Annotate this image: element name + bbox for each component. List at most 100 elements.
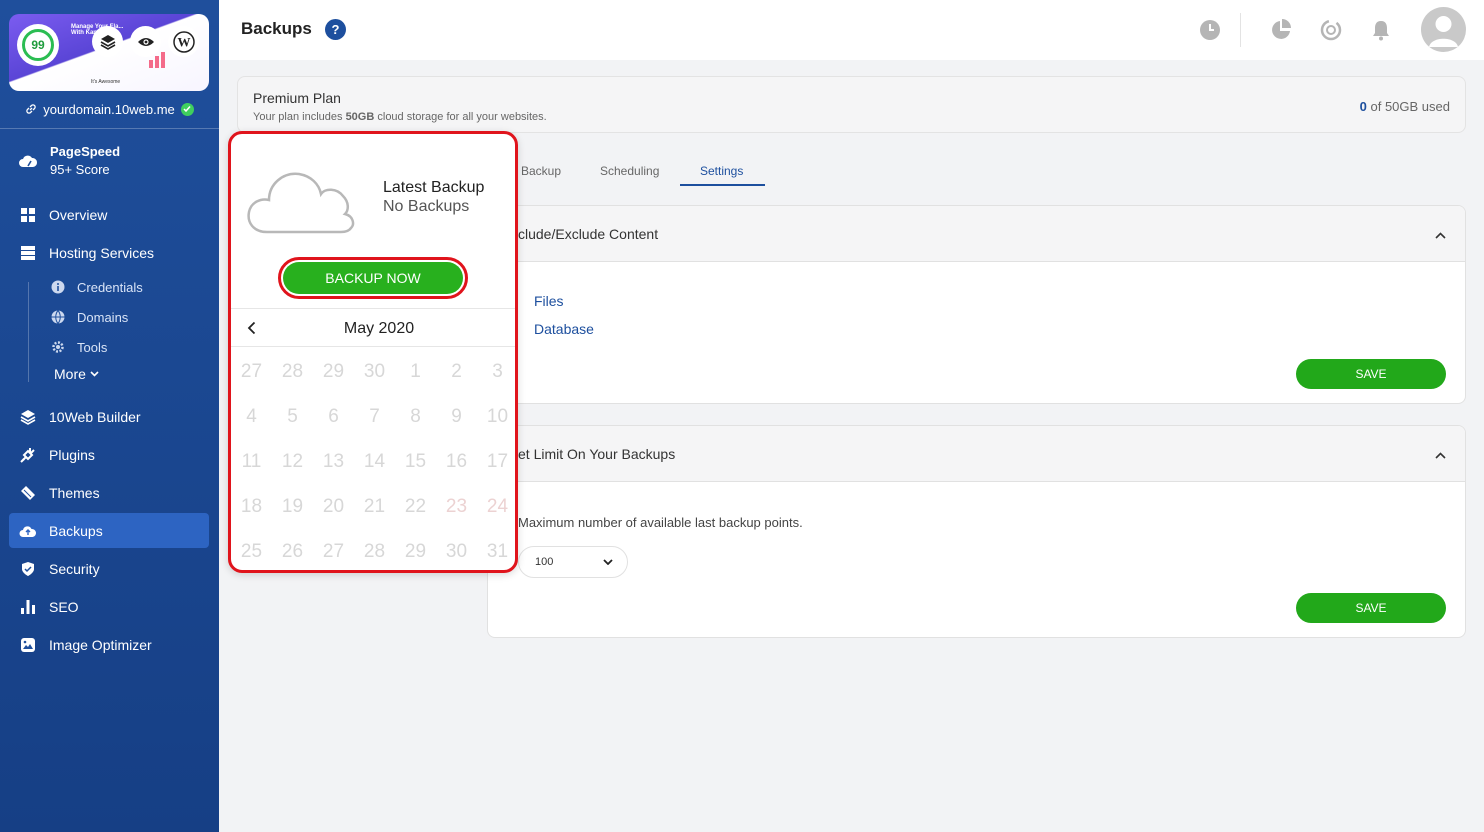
sidebar-item-image-optimizer[interactable]: Image Optimizer [9,627,209,662]
calendar-day[interactable]: 17 [477,451,515,473]
notifications-bell-icon[interactable] [1369,18,1393,42]
calendar-day[interactable]: 15 [395,451,436,473]
sidebar-item-overview[interactable]: Overview [9,197,209,232]
calendar-week-row: 25 26 27 28 29 30 31 [231,529,515,570]
backup-now-button[interactable]: BACKUP NOW [278,257,468,299]
calendar-day[interactable]: 14 [354,451,395,473]
backup-now-label: BACKUP NOW [283,262,463,294]
calendar-day[interactable]: 20 [313,496,354,518]
select-value: 100 [535,556,554,568]
chevron-left-icon[interactable] [243,320,259,336]
sidebar-item-backups[interactable]: Backups [9,513,209,548]
calendar-day[interactable]: 28 [272,361,313,383]
pagespeed-cloud-icon [19,155,38,167]
calendar-day[interactable]: 5 [272,406,313,428]
calendar-grid: 27 28 29 30 1 2 3 4 5 6 7 8 9 10 11 12 13 14 15 16 17 18 19 20 2… [231,349,515,570]
latest-backup-title: Latest Backup [383,179,485,196]
top-header: Backups ? [219,0,1484,60]
sidebar-subitem-credentials[interactable]: Credentials [51,277,143,297]
calendar-day[interactable]: 31 [477,541,515,563]
sidebar-item-10web-builder[interactable]: 10Web Builder [9,399,209,434]
sidebar-subitem-tools[interactable]: Tools [51,337,107,357]
calendar-day[interactable]: 4 [231,406,272,428]
calendar-week-row: 27 28 29 30 1 2 3 [231,349,515,394]
sidebar-item-hosting-services[interactable]: Hosting Services [9,235,209,270]
calendar-day[interactable]: 3 [477,361,515,383]
calendar-day[interactable]: 7 [354,406,395,428]
sidebar-item-label: Image Optimizer [49,636,152,653]
sidebar-subitem-domains[interactable]: Domains [51,307,128,327]
eye-icon [137,37,154,46]
site-thumbnail[interactable]: Manage Your Fla... With Kangouro... It's… [9,14,209,91]
calendar-day[interactable]: 26 [272,541,313,563]
calendar-day[interactable]: 28 [354,541,395,563]
calendar-day[interactable]: 13 [313,451,354,473]
history-clock-icon[interactable] [1198,18,1222,42]
chevron-up-icon[interactable] [1433,228,1447,242]
sidebar-more-toggle[interactable]: More [54,366,99,382]
files-checkbox[interactable]: Files [534,293,564,309]
panel-title: clude/Exclude Content [518,226,659,242]
speed-gauge-icon[interactable] [1319,18,1343,42]
header-separator [1240,13,1241,47]
calendar-day[interactable]: 1 [395,361,436,383]
sidebar-item-label: SEO [49,598,79,615]
calendar-day[interactable]: 25 [231,541,272,563]
calendar-day[interactable]: 30 [354,361,395,383]
calendar-day[interactable]: 6 [313,406,354,428]
sidebar-item-label: Overview [49,206,108,223]
include-exclude-header[interactable]: clude/Exclude Content [488,206,1465,262]
tab-settings[interactable]: Settings [700,164,743,178]
sidebar-item-security[interactable]: Security [9,551,209,586]
sidebar-item-seo[interactable]: SEO [9,589,209,624]
chevron-up-icon[interactable] [1433,448,1447,462]
image-icon [19,636,37,654]
sidebar-subitem-label: Domains [77,309,129,325]
save-button[interactable]: SAVE [1296,593,1446,623]
calendar-day[interactable]: 22 [395,496,436,518]
calendar-day[interactable]: 2 [436,361,477,383]
calendar-day[interactable]: 27 [231,361,272,383]
calendar-day[interactable]: 19 [272,496,313,518]
calendar-day[interactable]: 27 [313,541,354,563]
plan-summary: Premium Plan Your plan includes 50GB clo… [237,76,1466,133]
submenu-line [28,282,29,382]
sidebar-item-themes[interactable]: Themes [9,475,209,510]
calendar-day[interactable]: 30 [436,541,477,563]
calendar-day[interactable]: 18 [231,496,272,518]
storage-used: 0 of 50GB used [1359,99,1450,114]
include-exclude-panel: clude/Exclude Content Files Database SAV… [487,205,1466,404]
preview-button[interactable] [130,26,161,57]
save-button[interactable]: SAVE [1296,359,1446,389]
analytics-pie-icon[interactable] [1269,18,1293,42]
calendar-day[interactable]: 12 [272,451,313,473]
site-domain[interactable]: yourdomain.10web.me [0,100,219,118]
pagespeed-widget[interactable]: PageSpeed 95+ Score [18,143,120,179]
calendar-day[interactable]: 29 [395,541,436,563]
help-icon[interactable]: ? [325,19,346,40]
calendar-day[interactable]: 29 [313,361,354,383]
wordpress-button[interactable]: W [168,26,199,57]
backup-limit-select[interactable]: 100 [518,546,628,578]
calendar-day[interactable]: 11 [231,451,272,473]
calendar-day[interactable]: 24 [477,496,515,518]
link-icon [26,104,36,114]
calendar-day[interactable]: 8 [395,406,436,428]
layers-button[interactable] [92,26,123,57]
calendar-day[interactable]: 9 [436,406,477,428]
tab-backup[interactable]: Backup [521,164,561,178]
user-avatar[interactable] [1421,7,1466,52]
sidebar-item-label: Themes [49,484,100,501]
pagespeed-score-badge[interactable]: 99 [17,24,59,66]
cloud-icon [247,172,355,234]
wordpress-icon: W [172,30,195,53]
calendar-day[interactable]: 21 [354,496,395,518]
sidebar-item-label: Backups [49,522,103,539]
calendar-day[interactable]: 10 [477,406,515,428]
sidebar-item-plugins[interactable]: Plugins [9,437,209,472]
calendar-day[interactable]: 16 [436,451,477,473]
backup-limit-header[interactable]: et Limit On Your Backups [488,426,1465,482]
calendar-day[interactable]: 23 [436,496,477,518]
database-checkbox[interactable]: Database [534,321,594,337]
tab-scheduling[interactable]: Scheduling [600,164,659,178]
